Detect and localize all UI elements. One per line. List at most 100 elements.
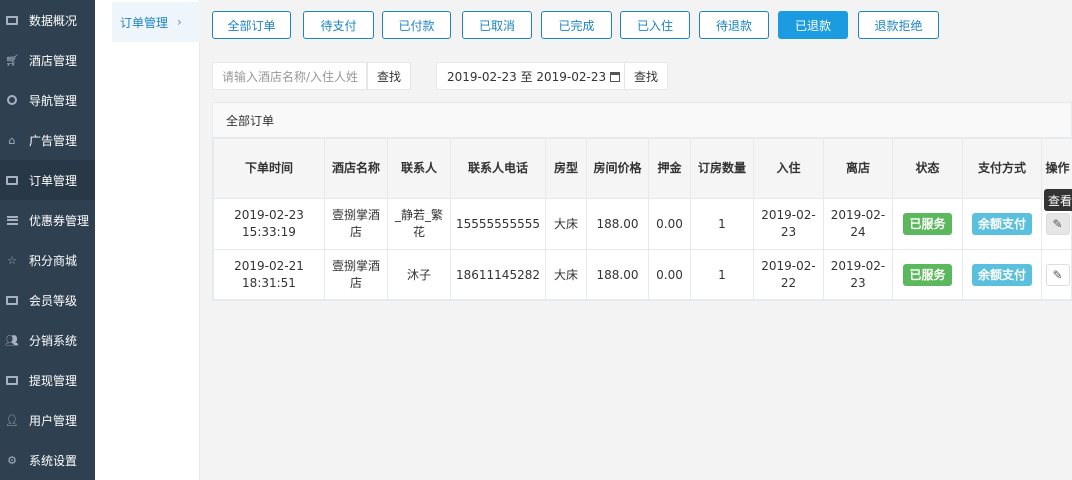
money-icon (4, 292, 20, 308)
cell-order-time: 2019-02-21 18:31:51 (213, 249, 325, 301)
sidebar: 数据概况 🛒︎ 酒店管理 导航管理 ⌂ 广告管理 订单管理 优惠券管理 ☆ 积分商城 … (0, 0, 95, 480)
nav-label: 订单管理 (29, 173, 78, 188)
view-tooltip: 查看 (1044, 189, 1072, 211)
nav-item-orders[interactable]: 订单管理 (0, 160, 95, 200)
cell-checkout: 2019-02-24 (823, 198, 893, 250)
col-header-quantity: 订房数量 (690, 138, 754, 199)
nav-item-navigation[interactable]: 导航管理 (0, 80, 95, 120)
cell-hotel: 壹捌掌酒店 (324, 249, 388, 301)
tab-refunded[interactable]: 已退款 (778, 11, 848, 39)
nav-label: 积分商城 (29, 253, 78, 268)
cell-deposit: 0.00 (648, 198, 691, 250)
nav-label: 分销系统 (29, 333, 78, 348)
date-range-input[interactable]: 2019-02-23 至 2019-02-23 (436, 62, 625, 90)
star-icon: ☆ (7, 253, 17, 267)
gear-icon: ⚙︎ (7, 453, 17, 467)
pencil-icon: ✎ (1052, 267, 1063, 282)
nav-label: 优惠券管理 (29, 213, 90, 228)
search-button[interactable]: 查找 (367, 62, 411, 90)
table-row: 2019-02-21 18:31:51 壹捌掌酒店 沐子 18611145282… (213, 249, 1072, 301)
tab-checked-in[interactable]: 已入住 (620, 11, 690, 39)
submenu: 订单管理 › (95, 0, 200, 480)
col-header-checkout: 离店 (823, 138, 893, 199)
nav-item-distribution[interactable]: 👥︎ 分销系统 (0, 320, 95, 360)
col-header-price: 房间价格 (586, 138, 649, 199)
payment-badge: 余额支付 (971, 264, 1032, 286)
submenu-item-orders[interactable]: 订单管理 › (112, 2, 200, 42)
gift-icon: ⌂ (8, 133, 16, 147)
col-header-deposit: 押金 (648, 138, 691, 199)
tab-pending-payment[interactable]: 待支付 (303, 11, 374, 39)
nav-label: 用户管理 (29, 413, 78, 428)
nav-item-withdraw[interactable]: 提现管理 (0, 360, 95, 400)
col-header-contact: 联系人 (387, 138, 451, 199)
users-icon: 👥︎ (5, 333, 19, 347)
chevron-right-icon: › (177, 15, 182, 29)
nav-label: 提现管理 (29, 373, 78, 388)
payment-badge: 余额支付 (971, 213, 1032, 235)
cell-phone: 15555555555 (450, 198, 546, 250)
main-content: 全部订单 待支付 已付款 已取消 已完成 已入住 待退款 已退款 退款拒绝 请输… (200, 0, 1072, 480)
bars-icon (4, 212, 20, 228)
col-header-room-type: 房型 (545, 138, 587, 199)
cell-actions: ✎ (1041, 249, 1072, 301)
col-header-checkin: 入住 (753, 138, 824, 199)
nav-item-ads[interactable]: ⌂ 广告管理 (0, 120, 95, 160)
col-header-status: 状态 (892, 138, 963, 199)
tab-paid[interactable]: 已付款 (382, 11, 451, 39)
nav-label: 广告管理 (29, 133, 78, 148)
dashboard-icon (4, 12, 20, 28)
compass-icon (4, 92, 20, 108)
col-header-payment: 支付方式 (962, 138, 1042, 199)
cell-price: 188.00 (586, 198, 649, 250)
tab-pending-refund[interactable]: 待退款 (699, 11, 769, 39)
cell-room-type: 大床 (545, 249, 587, 301)
cell-contact: _静若_繁花 (387, 198, 451, 250)
search-input[interactable]: 请输入酒店名称/入住人姓 (212, 62, 367, 90)
col-header-hotel: 酒店名称 (324, 138, 388, 199)
nav-item-member-level[interactable]: 会员等级 (0, 280, 95, 320)
nav-label: 导航管理 (29, 93, 78, 108)
cell-checkin: 2019-02-22 (753, 249, 824, 301)
cell-quantity: 1 (690, 198, 754, 250)
cell-order-time: 2019-02-23 15:33:19 (213, 198, 325, 250)
tab-all-orders[interactable]: 全部订单 (212, 11, 291, 39)
nav-label: 数据概况 (29, 13, 78, 28)
status-badge: 已服务 (903, 213, 952, 235)
cell-hotel: 壹捌掌酒店 (324, 198, 388, 250)
tab-cancelled[interactable]: 已取消 (462, 11, 532, 39)
calendar-icon (610, 72, 621, 82)
cell-deposit: 0.00 (648, 249, 691, 301)
table-header-row: 下单时间 酒店名称 联系人 联系人电话 房型 房间价格 押金 订房数量 入住 离… (213, 138, 1072, 199)
nav-item-coupons[interactable]: 优惠券管理 (0, 200, 95, 240)
cell-room-type: 大床 (545, 198, 587, 250)
nav-item-points-mall[interactable]: ☆ 积分商城 (0, 240, 95, 280)
money-icon (4, 372, 20, 388)
table-row: 2019-02-23 15:33:19 壹捌掌酒店 _静若_繁花 1555555… (213, 198, 1072, 250)
nav-item-settings[interactable]: ⚙︎ 系统设置 (0, 440, 95, 480)
nav-item-users[interactable]: 👤︎ 用户管理 (0, 400, 95, 440)
cell-quantity: 1 (690, 249, 754, 301)
cell-payment: 余额支付 (962, 198, 1042, 250)
col-header-phone: 联系人电话 (450, 138, 546, 199)
view-button[interactable]: ✎ (1045, 213, 1070, 235)
tab-completed[interactable]: 已完成 (541, 11, 612, 39)
panel-title: 全部订单 (213, 103, 1071, 138)
cell-status: 已服务 (892, 198, 963, 250)
nav-label: 会员等级 (29, 293, 78, 308)
nav-item-hotels[interactable]: 🛒︎ 酒店管理 (0, 40, 95, 80)
tab-refund-rejected[interactable]: 退款拒绝 (858, 11, 939, 39)
list-icon (4, 172, 20, 188)
submenu-label: 订单管理 (120, 15, 169, 30)
orders-table: 下单时间 酒店名称 联系人 联系人电话 房型 房间价格 押金 订房数量 入住 离… (213, 138, 1072, 301)
col-header-order-time: 下单时间 (213, 138, 325, 199)
cell-phone: 18611145282 (450, 249, 546, 301)
view-button[interactable]: ✎ (1045, 264, 1070, 286)
date-range-value: 2019-02-23 至 2019-02-23 (447, 69, 607, 84)
date-search-button[interactable]: 查找 (624, 62, 668, 90)
cell-checkout: 2019-02-23 (823, 249, 893, 301)
pencil-icon: ✎ (1052, 216, 1063, 231)
nav-item-dashboard[interactable]: 数据概况 (0, 0, 95, 40)
cell-price: 188.00 (586, 249, 649, 301)
orders-panel: 全部订单 下单时间 酒店名称 联系人 联系人电话 房型 房间价格 押金 订房数量… (212, 102, 1072, 301)
